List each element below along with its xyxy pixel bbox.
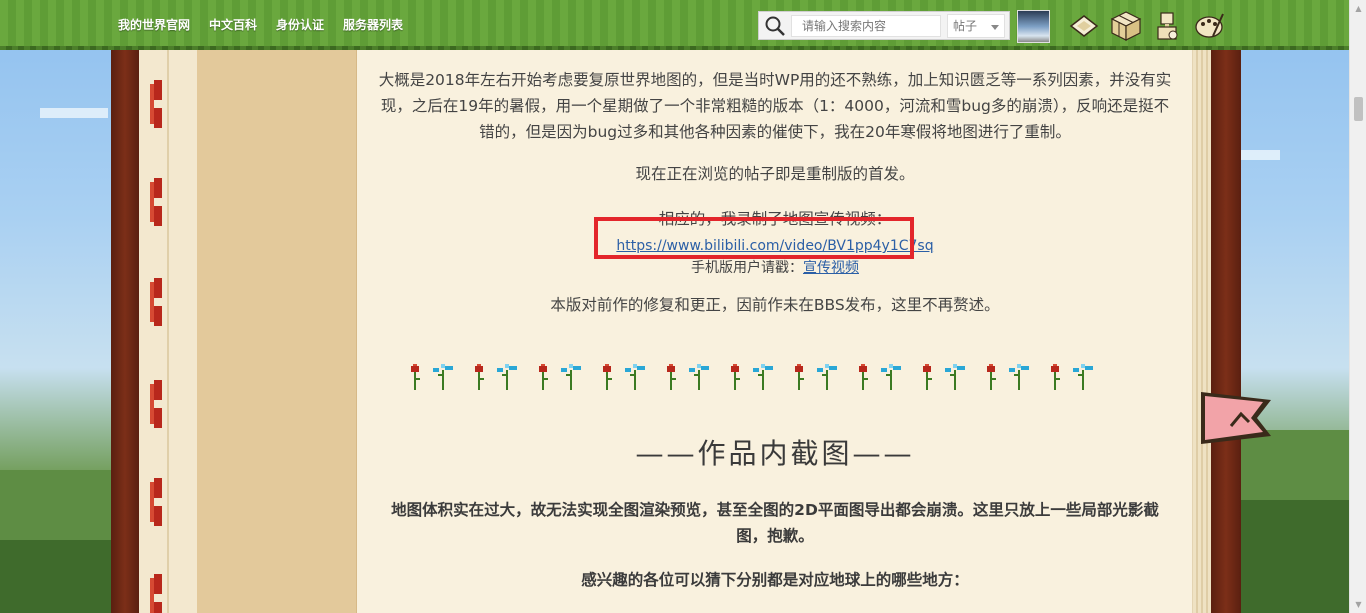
stitch-mark bbox=[150, 478, 162, 526]
villager-icon[interactable] bbox=[1151, 10, 1183, 42]
flower-divider bbox=[411, 364, 1093, 390]
hill-decoration bbox=[1241, 500, 1349, 613]
mobile-video-link[interactable]: 宣传视频 bbox=[803, 260, 859, 276]
search-type-value: 帖子 bbox=[953, 19, 978, 33]
search-input[interactable] bbox=[791, 14, 941, 37]
page-edge bbox=[1193, 50, 1211, 613]
post-paragraph-bold: 感兴趣的各位可以猜下分别都是对应地球上的哪些地方： bbox=[581, 571, 969, 589]
chevron-down-icon bbox=[991, 19, 999, 33]
section-heading: ——作品内截图—— bbox=[635, 437, 915, 470]
post-paragraph: 现在正在浏览的帖子即是重制版的首发。 bbox=[635, 165, 915, 183]
top-navigation-bar: 我的世界官网 中文百科 身份认证 服务器列表 帖子 bbox=[0, 0, 1349, 50]
scroll-up-arrow-icon[interactable]: ▲ bbox=[1350, 0, 1366, 17]
stitch-mark bbox=[150, 574, 162, 613]
envelope-icon[interactable] bbox=[1068, 10, 1100, 42]
page-scrollbar[interactable]: ▲ ▼ bbox=[1349, 0, 1366, 613]
bookmark-icon[interactable] bbox=[1201, 392, 1271, 444]
search-box: 帖子 bbox=[758, 11, 1010, 40]
post-paragraph-bold: 地图体积实在过大，故无法实现全图渲染预览，甚至全图的2D平面图导出都会崩溃。这里… bbox=[391, 501, 1159, 545]
search-icon[interactable] bbox=[759, 12, 791, 39]
nav-verification[interactable]: 身份认证 bbox=[276, 16, 324, 33]
book-spine-right bbox=[1211, 50, 1241, 613]
cloud-decoration bbox=[1240, 150, 1280, 160]
hill-decoration bbox=[0, 540, 111, 613]
nav-wiki[interactable]: 中文百科 bbox=[209, 16, 257, 33]
search-type-select[interactable]: 帖子 bbox=[947, 13, 1005, 38]
post-paragraph: 本版对前作的修复和更正，因前作未在BBS发布，这里不再赘述。 bbox=[550, 296, 1000, 314]
nav-links: 我的世界官网 中文百科 身份认证 服务器列表 bbox=[118, 16, 403, 33]
post-paragraph: 大概是2018年左右开始考虑要复原世界地图的，但是当时WP用的还不熟练，加上知识… bbox=[378, 71, 1172, 141]
post-sidebar-column bbox=[169, 50, 357, 613]
nav-official-site[interactable]: 我的世界官网 bbox=[118, 16, 190, 33]
cloud-decoration bbox=[40, 108, 108, 118]
mobile-prefix: 手机版用户请戳： bbox=[691, 260, 803, 276]
book-spine-left bbox=[111, 50, 139, 613]
stitch-mark bbox=[150, 80, 162, 128]
stitch-mark bbox=[150, 380, 162, 428]
scroll-down-arrow-icon[interactable]: ▼ bbox=[1350, 596, 1366, 613]
stitch-mark bbox=[150, 278, 162, 326]
book-stitching bbox=[139, 50, 169, 613]
crafting-table-icon[interactable] bbox=[1110, 10, 1142, 42]
nav-server-list[interactable]: 服务器列表 bbox=[343, 16, 403, 33]
stitch-mark bbox=[150, 178, 162, 226]
avatar[interactable] bbox=[1017, 10, 1050, 43]
palette-icon[interactable] bbox=[1193, 10, 1225, 42]
scroll-thumb[interactable] bbox=[1354, 97, 1363, 121]
highlight-annotation bbox=[594, 217, 914, 259]
